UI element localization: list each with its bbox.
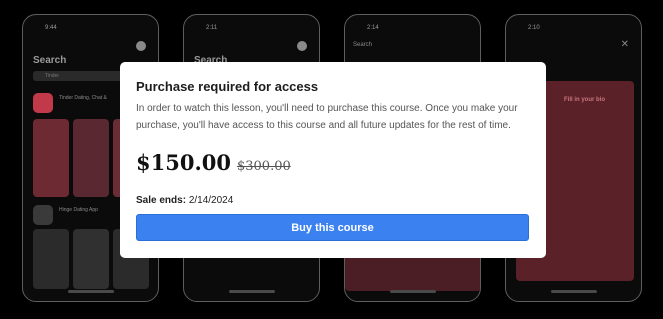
search-text: Tinder bbox=[45, 73, 59, 79]
price-row: $150.00 $300.00 bbox=[136, 150, 291, 175]
status-time: 9:44 bbox=[45, 25, 57, 31]
app-screenshot bbox=[73, 229, 109, 289]
search-heading: Search bbox=[33, 55, 67, 66]
app-screenshot bbox=[73, 119, 109, 197]
avatar-icon bbox=[297, 41, 307, 51]
sale-ends-date: 2/14/2024 bbox=[188, 195, 234, 206]
app-title: Tinder Dating, Chat & bbox=[59, 95, 107, 101]
purchase-modal: Purchase required for access In order to… bbox=[120, 62, 546, 258]
sale-ends: Sale ends: 2/14/2024 bbox=[136, 195, 233, 206]
tinder-app-icon bbox=[33, 93, 53, 113]
home-indicator bbox=[551, 290, 597, 293]
modal-description: In order to watch this lesson, you'll ne… bbox=[136, 103, 518, 131]
screen-text: Fill in your bio bbox=[564, 97, 605, 103]
back-link: Search bbox=[353, 42, 373, 48]
sale-ends-label: Sale ends: bbox=[136, 195, 187, 206]
app-screenshot bbox=[33, 229, 69, 289]
original-price: $300.00 bbox=[236, 159, 291, 174]
home-indicator bbox=[229, 290, 275, 293]
sale-price: $150.00 bbox=[136, 150, 231, 175]
status-time: 2:10 bbox=[528, 25, 540, 31]
buy-course-button[interactable]: Buy this course bbox=[136, 214, 529, 241]
avatar-icon bbox=[136, 41, 146, 51]
hinge-app-icon bbox=[33, 205, 53, 225]
close-icon: ✕ bbox=[620, 39, 629, 50]
modal-title: Purchase required for access bbox=[136, 79, 319, 94]
home-indicator bbox=[390, 290, 436, 293]
home-indicator bbox=[68, 290, 114, 293]
app-title: Hinge Dating App bbox=[59, 207, 98, 213]
status-time: 2:14 bbox=[367, 25, 379, 31]
status-time: 2:11 bbox=[206, 25, 218, 31]
app-screenshot bbox=[33, 119, 69, 197]
